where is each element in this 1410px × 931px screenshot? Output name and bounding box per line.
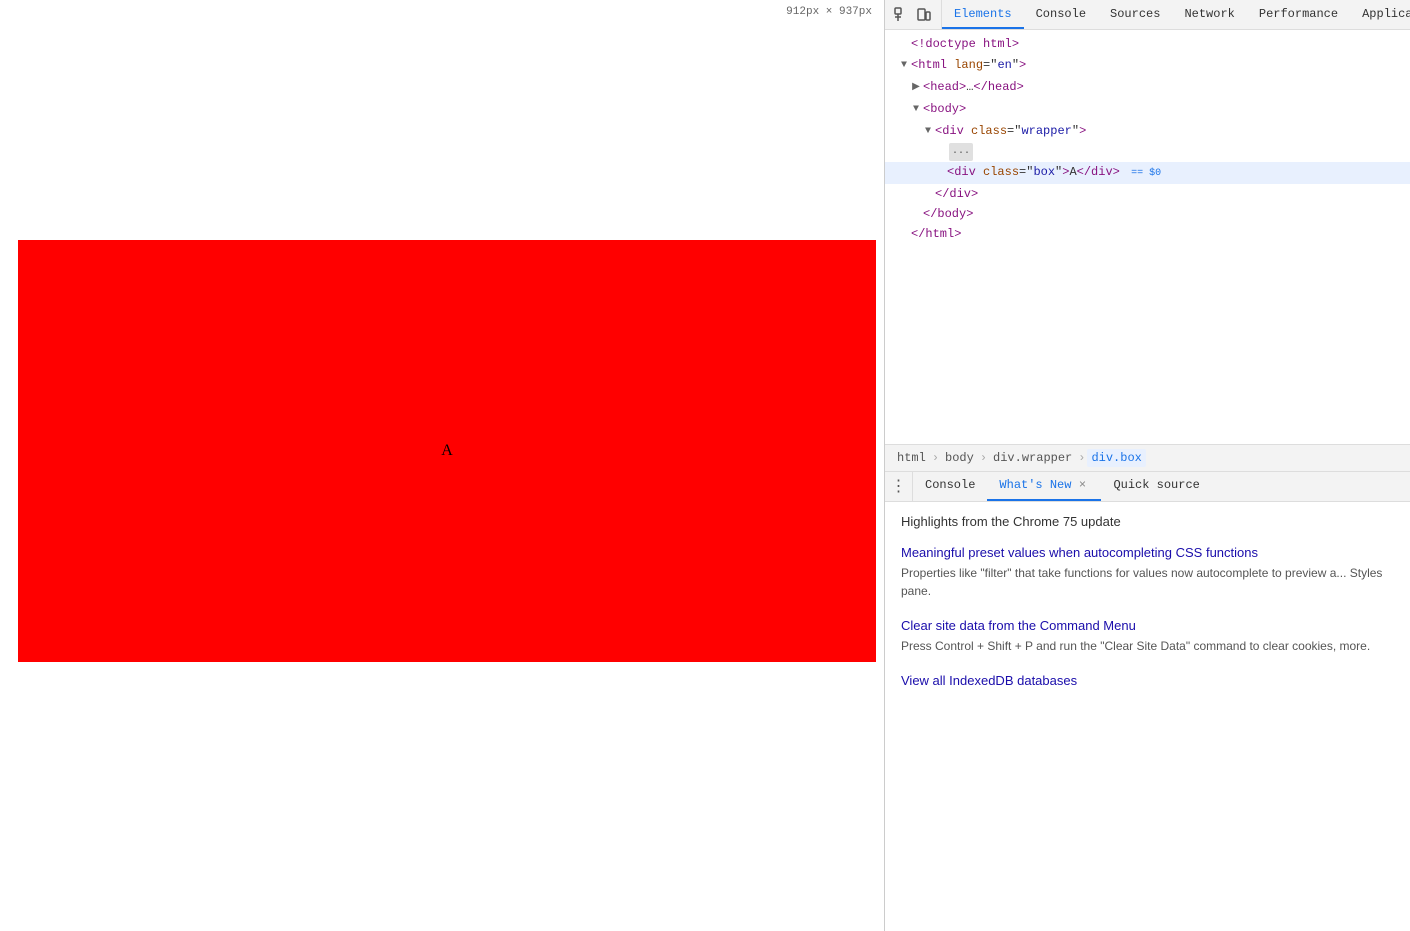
tab-console[interactable]: Console	[1024, 0, 1098, 29]
html-close-tag: </html>	[911, 225, 961, 243]
ellipsis-button[interactable]: ...	[949, 143, 973, 161]
tab-network[interactable]: Network	[1172, 0, 1246, 29]
tree-html-close[interactable]: </html>	[885, 224, 1410, 244]
tree-body[interactable]: <body>	[885, 98, 1410, 120]
breadcrumb-div-wrapper[interactable]: div.wrapper	[989, 449, 1076, 467]
devtools-panel: Elements Console Sources Network Perform…	[884, 0, 1410, 931]
whats-new-item-3-title[interactable]: View all IndexedDB databases	[901, 673, 1394, 688]
whats-new-content: Highlights from the Chrome 75 update Mea…	[885, 502, 1410, 931]
body-close-tag: </body>	[923, 205, 973, 223]
bottom-tabs-bar: ⋮ Console What's New × Quick source	[885, 472, 1410, 502]
whats-new-item-1: Meaningful preset values when autocomple…	[901, 545, 1394, 600]
body-open-tag: <body>	[923, 100, 966, 118]
tree-toggle-head[interactable]	[909, 77, 923, 97]
wrapper-close-tag: </div>	[935, 185, 978, 203]
breadcrumb-bar: html › body › div.wrapper › div.box	[885, 444, 1410, 472]
doctype-text: <!doctype html>	[911, 35, 1019, 53]
breadcrumb-body[interactable]: body	[941, 449, 978, 467]
toolbar-icon-group	[885, 0, 942, 29]
tab-application[interactable]: Applicati...	[1350, 0, 1410, 29]
tree-div-wrapper[interactable]: <div class="wrapper">	[885, 120, 1410, 142]
breadcrumb-sep-1: ›	[932, 451, 939, 465]
bottom-tab-console[interactable]: Console	[913, 471, 987, 501]
breadcrumb-sep-2: ›	[980, 451, 987, 465]
breadcrumb-sep-3: ›	[1078, 451, 1085, 465]
html-open-tag: <html lang="en">	[911, 56, 1026, 74]
whats-new-item-2-desc: Press Control + Shift + P and run the "C…	[901, 637, 1394, 655]
tree-doctype[interactable]: <!doctype html>	[885, 34, 1410, 54]
tree-toggle-wrapper[interactable]	[921, 121, 935, 141]
tab-elements[interactable]: Elements	[942, 0, 1024, 29]
bottom-tab-quick-source[interactable]: Quick source	[1101, 471, 1211, 501]
tree-head[interactable]: <head>…</head>	[885, 76, 1410, 98]
browser-viewport: 912px × 937px A	[0, 0, 884, 931]
tree-toggle-body[interactable]	[909, 99, 923, 119]
whats-new-item-1-title[interactable]: Meaningful preset values when autocomple…	[901, 545, 1394, 560]
whats-new-header: Highlights from the Chrome 75 update	[901, 514, 1394, 529]
html-tree: <!doctype html> <html lang="en"> <head>……	[885, 30, 1410, 444]
devtools-tabs: Elements Console Sources Network Perform…	[942, 0, 1410, 29]
tree-wrapper-close[interactable]: </div>	[885, 184, 1410, 204]
breadcrumb-div-box[interactable]: div.box	[1087, 449, 1145, 467]
tree-body-close[interactable]: </body>	[885, 204, 1410, 224]
tab-sources[interactable]: Sources	[1098, 0, 1172, 29]
red-box-content: A	[441, 442, 453, 460]
devtools-toolbar: Elements Console Sources Network Perform…	[885, 0, 1410, 30]
whats-new-item-2-title[interactable]: Clear site data from the Command Menu	[901, 618, 1394, 633]
dollar-zero-marker: == $0	[1131, 168, 1161, 179]
bottom-tab-whats-new[interactable]: What's New ×	[987, 471, 1101, 501]
elements-panel: <!doctype html> <html lang="en"> <head>……	[885, 30, 1410, 931]
tree-html[interactable]: <html lang="en">	[885, 54, 1410, 76]
wrapper-tag: <div class="wrapper">	[935, 122, 1086, 140]
whats-new-item-2: Clear site data from the Command Menu Pr…	[901, 618, 1394, 655]
tree-ellipsis[interactable]: ...	[885, 142, 1410, 162]
inspect-icon[interactable]	[893, 6, 911, 24]
whats-new-item-1-desc: Properties like "filter" that take funct…	[901, 564, 1394, 600]
red-box: A	[18, 240, 876, 662]
viewport-size: 912px × 937px	[782, 0, 876, 24]
whats-new-item-3: View all IndexedDB databases	[901, 673, 1394, 688]
box-tag: <div class="box">A</div> == $0	[947, 163, 1161, 183]
tab-performance[interactable]: Performance	[1247, 0, 1350, 29]
bottom-tab-menu-icon[interactable]: ⋮	[885, 471, 913, 501]
device-icon[interactable]	[915, 6, 933, 24]
tree-div-box[interactable]: <div class="box">A</div> == $0	[885, 162, 1410, 184]
head-tag: <head>…</head>	[923, 78, 1024, 96]
tree-toggle-html[interactable]	[897, 55, 911, 75]
breadcrumb-html[interactable]: html	[893, 449, 930, 467]
whats-new-close-icon[interactable]: ×	[1075, 478, 1089, 492]
